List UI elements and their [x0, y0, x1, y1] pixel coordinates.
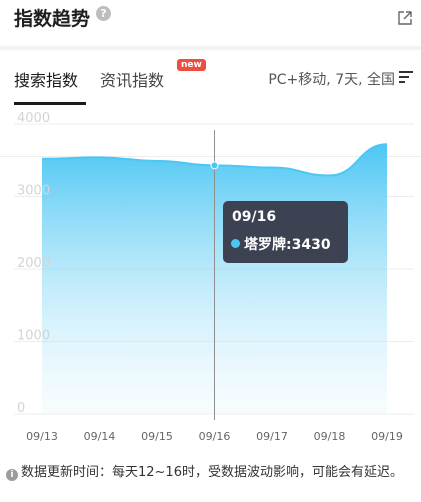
y-tick-label: 2000	[17, 256, 50, 271]
search-index-chart[interactable]: 0 1000 2000 3000 4000	[0, 108, 421, 452]
filter-lines-icon[interactable]	[399, 71, 413, 83]
x-tick-label: 09/13	[26, 430, 58, 443]
x-tick-label: 09/14	[83, 430, 116, 443]
x-tick-label: 09/18	[313, 430, 346, 443]
tooltip-series-value: 塔罗牌:3430	[244, 237, 331, 253]
x-tick-label: 09/16	[198, 430, 231, 443]
tab-bar: 搜索指数 资讯指数 new PC+移动, 7天, 全国	[0, 50, 421, 157]
x-tick-label: 09/19	[371, 430, 403, 443]
footer-note: i 数据更新时间：每天12~16时，受数据波动影响，可能会有延迟。	[6, 463, 416, 483]
x-axis-labels: 09/13 09/14 09/15 09/16 09/17 09/18 09/19	[0, 430, 421, 446]
tooltip-date: 09/16	[232, 209, 277, 225]
active-tab-underline	[14, 102, 86, 105]
y-tick-label: 3000	[17, 184, 50, 199]
highlight-point	[210, 161, 219, 170]
tab-news-index[interactable]: 资讯指数	[100, 67, 164, 91]
header: 指数趋势 ?	[0, 0, 421, 46]
info-icon: i	[6, 469, 18, 481]
series-color-dot	[231, 239, 240, 248]
x-tick-label: 09/17	[256, 430, 288, 443]
new-badge: new	[177, 59, 206, 71]
filter-summary[interactable]: PC+移动, 7天, 全国	[268, 69, 395, 89]
help-icon[interactable]: ?	[96, 6, 111, 21]
y-tick-label: 4000	[17, 111, 50, 126]
chart-tooltip: 09/16 塔罗牌:3430	[223, 201, 348, 263]
external-link-icon[interactable]	[397, 10, 413, 26]
tab-search-index[interactable]: 搜索指数	[14, 67, 78, 91]
y-tick-label: 1000	[17, 329, 50, 344]
page-title: 指数趋势	[14, 8, 91, 30]
x-tick-label: 09/15	[141, 430, 173, 443]
footer-note-text: 数据更新时间：每天12~16时，受数据波动影响，可能会有延迟。	[21, 465, 403, 480]
y-tick-label: 0	[17, 401, 25, 416]
